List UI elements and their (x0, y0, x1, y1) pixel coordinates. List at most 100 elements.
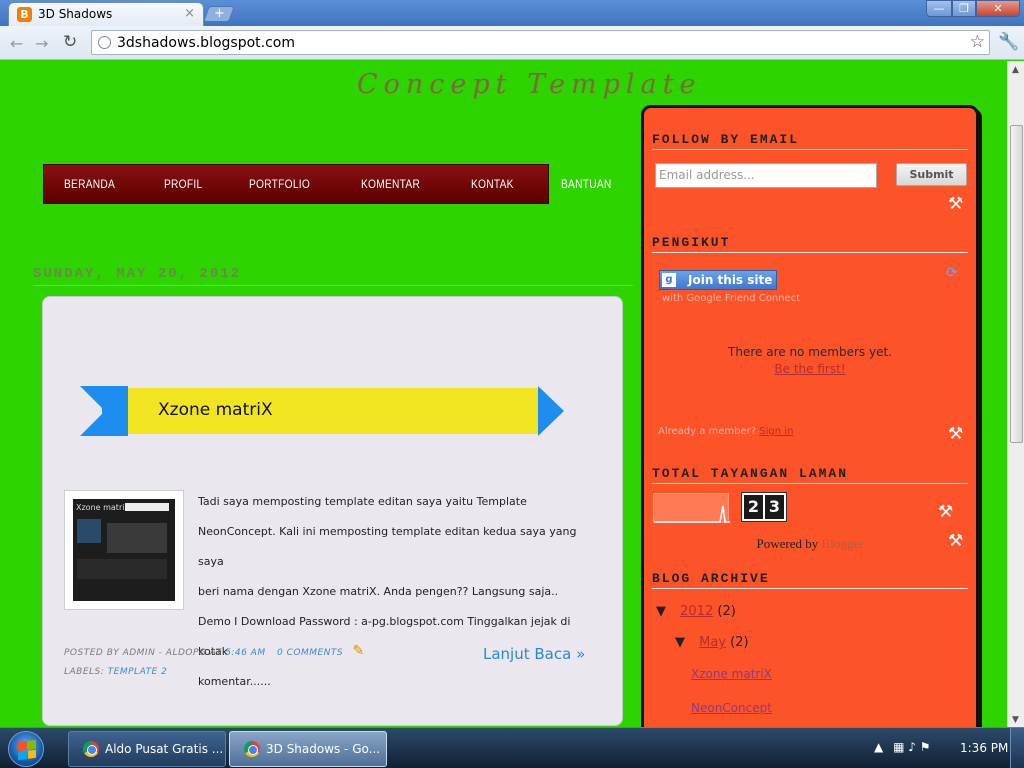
new-tab-button[interactable]: + (203, 6, 235, 22)
comments-link[interactable]: 0 COMMENTS (277, 648, 343, 658)
post-time-link[interactable]: 5:46 AM (225, 648, 266, 658)
archive-month-count: (2) (730, 635, 749, 650)
expand-triangle-icon[interactable]: ▼ (656, 604, 666, 619)
taskbar-item-label: 3D Shadows - Go... (266, 742, 381, 756)
archive-post-link[interactable]: NeonConcept (691, 701, 772, 715)
blogger-favicon-icon: B (17, 7, 32, 22)
post-labels-line: LABELS: TEMPLATE 2 (64, 663, 365, 682)
post-thumbnail[interactable]: Xzone matriX (64, 490, 184, 610)
windows-logo-icon (18, 739, 36, 761)
post-body-line: NeonConcept. Kali ini memposting templat… (198, 525, 577, 568)
counter-digit: 2 (744, 495, 763, 519)
globe-icon (98, 36, 111, 49)
system-tray[interactable]: ▲ ▦ ♪ ⚑ (874, 740, 931, 754)
expand-triangle-icon[interactable]: ▼ (675, 635, 685, 650)
close-window-button[interactable]: ✕ (976, 0, 1020, 17)
submit-button[interactable]: Submit (896, 163, 967, 186)
vertical-scrollbar[interactable]: ▲ ▼ (1007, 61, 1024, 727)
pageviews-sparkline (653, 493, 730, 523)
read-more-link[interactable]: Lanjut Baca » (483, 645, 585, 663)
taskbar-item-aldo[interactable]: Aldo Pusat Gratis ... (68, 731, 226, 767)
date-header: SUNDAY, MAY 20, 2012 (33, 266, 633, 286)
scroll-up-icon[interactable]: ▲ (1012, 65, 1019, 75)
edit-tools-icon[interactable]: ⚒ (938, 502, 953, 522)
minimize-button[interactable]: — (926, 0, 952, 17)
post-banner: Xzone matriX (80, 386, 564, 436)
show-desktop-button[interactable] (1010, 728, 1024, 768)
thumbnail-block (77, 519, 101, 543)
gfc-subtitle: with Google Friend Connect (662, 293, 801, 304)
label-link[interactable]: TEMPLATE 2 (108, 667, 168, 677)
nav-item-kontak[interactable]: KONTAK (471, 177, 514, 191)
google-friend-connect-icon: g (662, 273, 676, 287)
no-members-text: There are no members yet. (728, 345, 892, 359)
posted-by: POSTED BY ADMIN - ALDOPG AT (64, 648, 222, 658)
nav-item-beranda[interactable]: BERANDA (64, 177, 115, 191)
post-footer: POSTED BY ADMIN - ALDOPG AT 5:46 AM 0 CO… (64, 642, 365, 682)
banner-right-arrow (538, 386, 564, 436)
thumbnail-search-box (125, 503, 169, 511)
archive-month[interactable]: ▼ May (2) (675, 635, 749, 650)
forward-arrow-icon[interactable]: → (35, 34, 48, 53)
nav-item-komentar[interactable]: KOMENTAR (361, 177, 420, 191)
edit-tools-icon[interactable]: ⚒ (948, 531, 963, 551)
archive-year[interactable]: ▼ 2012 (2) (656, 604, 736, 619)
already-member-text: Already a member? Sign in (658, 426, 793, 437)
edit-pencil-icon[interactable]: ✎ (352, 643, 364, 659)
email-field[interactable]: Email address... (655, 163, 877, 188)
maximize-button[interactable]: ❐ (952, 0, 976, 17)
nav-item-bantuan[interactable]: BANTUAN (561, 177, 612, 191)
archive-year-link[interactable]: 2012 (680, 604, 713, 619)
counter-digit: 3 (765, 495, 784, 519)
archive-post-link[interactable]: Xzone matriX (691, 667, 772, 681)
clock[interactable]: 1:36 PM (960, 741, 1008, 755)
archive-year-count: (2) (717, 604, 736, 619)
nav-item-profil[interactable]: PROFIL (164, 177, 202, 191)
powered-by-label: Powered by (756, 536, 819, 551)
pageview-counter: 2 3 (741, 492, 787, 522)
start-button[interactable] (8, 731, 44, 767)
sign-in-link[interactable]: Sign in (759, 426, 793, 437)
blogger-link[interactable]: Blogger (822, 536, 864, 551)
plus-icon: + (213, 6, 225, 21)
blog-title[interactable]: Concept Template (357, 69, 701, 100)
action-center-icon[interactable]: ⚑ (920, 740, 931, 754)
join-site-label: Join this site (688, 273, 773, 287)
wrench-icon[interactable]: 🔧 (998, 32, 1019, 52)
tab-3d-shadows[interactable]: B 3D Shadows × (8, 2, 204, 26)
sparkline-svg (654, 505, 730, 523)
post-body-line: beri nama dengan Xzone matriX. Anda peng… (198, 585, 559, 598)
nav-item-portfolio[interactable]: PORTFOLIO (249, 177, 310, 191)
tab-strip: B 3D Shadows × + — ❐ ✕ (0, 0, 1024, 26)
tab-close-icon[interactable]: × (184, 6, 195, 21)
page-viewport: Concept Template BERANDA PROFIL PORTFOLI… (0, 61, 1007, 727)
network-icon[interactable]: ▦ (893, 740, 904, 754)
volume-icon[interactable]: ♪ (908, 740, 916, 754)
tray-expand-icon[interactable]: ▲ (874, 740, 883, 754)
gfc-settings-icon[interactable]: ⟳ (946, 265, 958, 281)
edit-tools-icon[interactable]: ⚒ (948, 194, 963, 214)
join-site-button[interactable]: g Join this site (659, 270, 777, 290)
scroll-down-icon[interactable]: ▼ (1012, 715, 1019, 725)
address-bar[interactable]: 3dshadows.blogspot.com ☆ (91, 30, 990, 55)
labels-prefix: LABELS: (64, 667, 105, 677)
star-icon[interactable]: ☆ (970, 32, 985, 52)
taskbar-item-3d-shadows[interactable]: 3D Shadows - Go... (229, 731, 387, 767)
banner-title: Xzone matriX (158, 400, 273, 420)
followers-title: PENGIKUT (652, 235, 968, 253)
be-first-link[interactable]: Be the first! (644, 362, 976, 376)
main-navigation: BERANDA PROFIL PORTFOLIO KOMENTAR KONTAK… (43, 164, 611, 204)
post-body-line: Tadi saya memposting template editan say… (198, 495, 527, 508)
scrollbar-thumb[interactable] (1010, 125, 1023, 443)
back-arrow-icon[interactable]: ← (10, 34, 23, 53)
reload-icon[interactable]: ↻ (63, 32, 77, 52)
archive-month-link[interactable]: May (699, 635, 726, 650)
blog-archive-title: BLOG ARCHIVE (652, 571, 968, 589)
thumbnail-title: Xzone matriX (76, 503, 130, 512)
chrome-icon (83, 741, 99, 757)
edit-tools-icon[interactable]: ⚒ (948, 424, 963, 444)
thumbnail-block (77, 559, 167, 579)
url-text[interactable]: 3dshadows.blogspot.com (117, 35, 295, 51)
powered-by: Powered by Blogger (644, 536, 976, 552)
taskbar-item-label: Aldo Pusat Gratis ... (105, 742, 224, 756)
